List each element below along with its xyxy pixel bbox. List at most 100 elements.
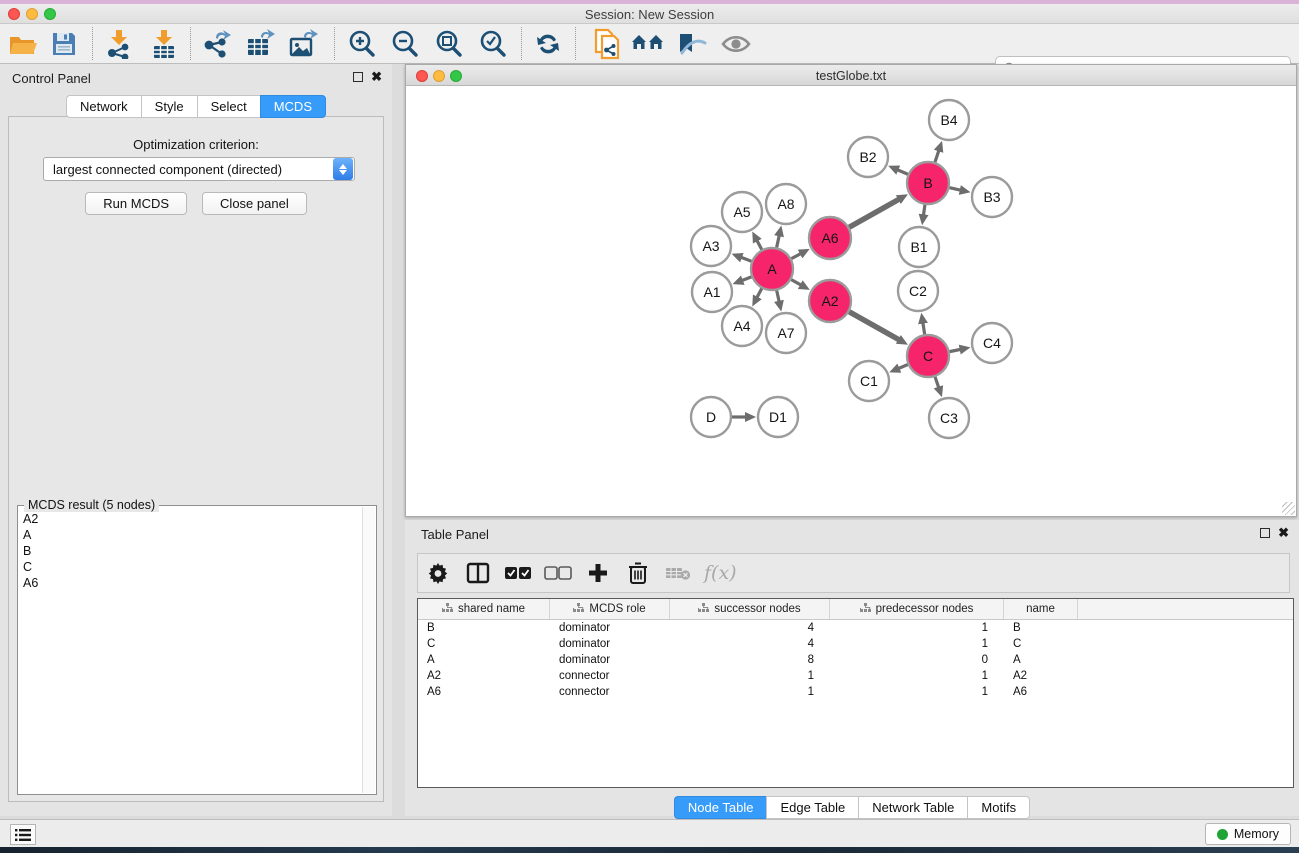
table-cell[interactable]: A [418,652,550,668]
table-cell[interactable]: C [418,636,550,652]
table-row[interactable]: Bdominator41B [418,620,1293,636]
deselect-all-icon[interactable] [538,566,578,580]
refresh-icon[interactable] [530,27,566,61]
table-cell[interactable]: A [1004,652,1078,668]
add-icon[interactable] [578,562,618,584]
table-cell[interactable]: connector [550,668,670,684]
import-network-icon[interactable] [100,27,136,61]
graph-edge-A6-B[interactable] [849,199,899,227]
tab-motifs[interactable]: Motifs [967,796,1030,819]
float-panel-icon[interactable] [353,72,363,82]
network-window-titlebar[interactable]: testGlobe.txt [406,65,1296,86]
graph-edge-C-C3[interactable] [935,377,939,388]
graph-node-B3[interactable]: B3 [972,177,1012,217]
graph-edge-C-C2[interactable] [923,323,925,335]
graph-node-A[interactable]: A [751,248,793,290]
table-cell[interactable]: dominator [550,652,670,668]
import-table-icon[interactable] [145,27,181,61]
zoom-fit-icon[interactable] [431,27,467,61]
window-resize-grip[interactable] [1282,502,1295,515]
graph-node-B1[interactable]: B1 [899,227,939,267]
table-cell[interactable]: 0 [830,652,1004,668]
graph-node-B2[interactable]: B2 [848,137,888,177]
delete-icon[interactable] [618,561,658,585]
graph-edge-A-A8[interactable] [777,235,780,247]
graph-edge-B-B1[interactable] [923,205,924,216]
graph-node-C4[interactable]: C4 [972,323,1012,363]
graph-edge-A-A2[interactable] [791,280,801,285]
network-graph[interactable]: AA1A2A3A4A5A6A7A8BB1B2B3B4CC1C2C3C4DD1 [406,86,1296,516]
graph-node-B[interactable]: B [907,162,949,204]
result-list-item[interactable]: A2 [23,511,362,527]
table-cell[interactable]: 1 [830,668,1004,684]
close-panel-icon[interactable]: ✖ [371,72,382,82]
graph-node-A2[interactable]: A2 [809,280,851,322]
result-list-item[interactable]: A [23,527,362,543]
save-session-icon[interactable] [46,27,82,61]
graph-edge-A2-C[interactable] [849,312,899,340]
node-table[interactable]: shared nameMCDS rolesuccessor nodesprede… [417,598,1294,788]
table-cell[interactable]: 1 [830,684,1004,700]
optimization-criterion-select[interactable]: largest connected component (directed) [43,157,355,181]
graph-edge-C-C1[interactable] [898,365,907,369]
gear-icon[interactable] [418,562,458,584]
result-list-item[interactable]: C [23,559,362,575]
graph-edge-B-B2[interactable] [897,170,907,175]
graph-node-C3[interactable]: C3 [929,398,969,438]
tab-node-table[interactable]: Node Table [674,796,767,819]
table-cell[interactable]: 1 [670,684,830,700]
zoom-selected-icon[interactable] [475,27,511,61]
table-row[interactable]: Adominator80A [418,652,1293,668]
graph-edge-A-A4[interactable] [757,288,762,297]
graph-node-A4[interactable]: A4 [722,306,762,346]
select-all-icon[interactable] [498,566,538,580]
zoom-out-icon[interactable] [387,27,423,61]
show-graphics-details-icon[interactable] [718,27,754,61]
column-header-name[interactable]: name [1004,599,1078,619]
graph-edge-A-A3[interactable] [741,257,751,261]
graph-edge-A-A6[interactable] [791,254,800,259]
table-cell[interactable]: 4 [670,620,830,636]
graph-node-C2[interactable]: C2 [898,271,938,311]
network-canvas[interactable]: AA1A2A3A4A5A6A7A8BB1B2B3B4CC1C2C3C4DD1 [406,86,1296,516]
mcds-result-list[interactable]: A2ABCA6 [19,507,362,793]
export-image-icon[interactable] [285,27,321,61]
table-row[interactable]: A6connector11A6 [418,684,1293,700]
export-table-icon[interactable] [242,27,278,61]
table-cell[interactable]: 4 [670,636,830,652]
graph-node-A6[interactable]: A6 [809,217,851,259]
column-header-shared-name[interactable]: shared name [418,599,550,619]
table-cell[interactable]: A6 [418,684,550,700]
graph-node-B4[interactable]: B4 [929,100,969,140]
graph-edge-C-C4[interactable] [950,349,961,351]
table-cell[interactable]: 1 [670,668,830,684]
column-view-icon[interactable] [458,561,498,585]
task-history-button[interactable] [10,824,36,845]
column-header-predecessor-nodes[interactable]: predecessor nodes [830,599,1004,619]
tab-network[interactable]: Network [66,95,141,118]
open-session-icon[interactable] [5,27,41,61]
tab-mcds[interactable]: MCDS [260,95,326,118]
graph-edge-B-B4[interactable] [935,150,939,162]
graph-edge-B-B3[interactable] [949,188,960,190]
table-row[interactable]: Cdominator41C [418,636,1293,652]
graph-node-D[interactable]: D [691,397,731,437]
tab-network-table[interactable]: Network Table [858,796,967,819]
hide-graphics-details-icon[interactable] [674,27,710,61]
column-header-MCDS-role[interactable]: MCDS role [550,599,670,619]
table-cell[interactable]: B [1004,620,1078,636]
export-network-icon[interactable] [199,27,235,61]
table-row[interactable]: A2connector11A2 [418,668,1293,684]
tab-edge-table[interactable]: Edge Table [766,796,858,819]
table-cell[interactable]: C [1004,636,1078,652]
close-table-panel-icon[interactable]: ✖ [1278,528,1289,538]
zoom-in-icon[interactable] [344,27,380,61]
table-cell[interactable]: 8 [670,652,830,668]
run-mcds-button[interactable]: Run MCDS [85,192,187,215]
result-scrollbar[interactable] [362,507,375,793]
close-panel-button[interactable]: Close panel [202,192,307,215]
graph-node-A1[interactable]: A1 [692,272,732,312]
tab-style[interactable]: Style [141,95,197,118]
graph-edge-A-A1[interactable] [742,277,752,281]
result-list-item[interactable]: B [23,543,362,559]
